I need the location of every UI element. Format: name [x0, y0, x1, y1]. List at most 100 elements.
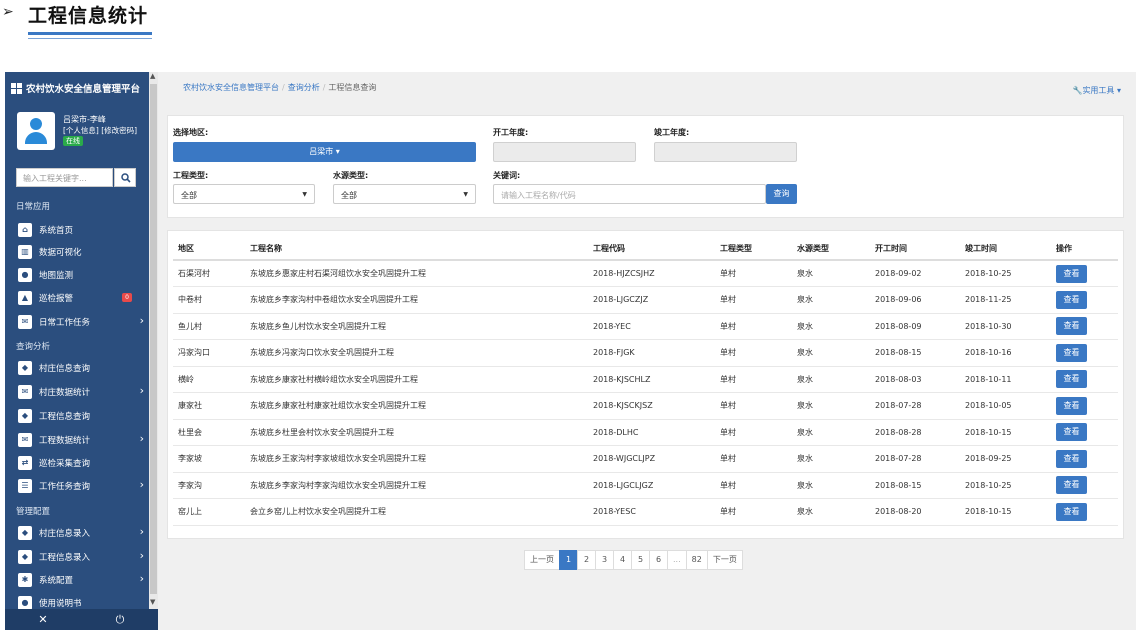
- view-button[interactable]: 查看: [1056, 396, 1087, 415]
- nav-icon: ✉: [18, 385, 32, 399]
- scrollbar-thumb[interactable]: [150, 84, 157, 594]
- view-button[interactable]: 查看: [1056, 343, 1087, 362]
- nav-icon: ◆: [18, 361, 32, 375]
- table-cell: 冯家沟口: [173, 339, 245, 367]
- action-cell: 查看: [1051, 472, 1118, 499]
- sidebar-item-5[interactable]: ◆ 村庄信息查询: [16, 359, 144, 377]
- table-cell: 东坡底乡惠家庄村石渠河组饮水安全巩固提升工程: [245, 260, 588, 287]
- user-links[interactable]: [个人信息] [修改密码]: [63, 125, 137, 136]
- table-cell: 2018-WJGCLJPZ: [588, 445, 715, 473]
- sidebar-item-label: 村庄信息录入: [39, 529, 91, 539]
- action-cell: 查看: [1051, 392, 1118, 420]
- breadcrumb: 农村饮水安全信息管理平台 / 查询分析 / 工程信息查询: [183, 83, 377, 92]
- user-panel: 吕梁市-李峰 [个人信息] [修改密码] 在线: [15, 112, 143, 156]
- results-table: 地区 工程名称 工程代码 工程类型 水源类型 开工时间 竣工时间 操作 石渠河村 东坡底乡惠家庄…: [173, 237, 1118, 526]
- query-button[interactable]: 查询: [766, 184, 797, 204]
- table-cell: 2018-08-20: [870, 498, 960, 526]
- start-year-input[interactable]: [493, 142, 636, 162]
- search-button[interactable]: [114, 168, 136, 187]
- group-daily: 日常应用: [16, 202, 51, 212]
- view-button[interactable]: 查看: [1056, 423, 1087, 442]
- breadcrumb-query[interactable]: 查询分析: [288, 83, 320, 92]
- table-cell: 2018-YESC: [588, 498, 715, 526]
- search-input[interactable]: 输入工程关键字...: [16, 168, 113, 187]
- view-button[interactable]: 查看: [1056, 476, 1087, 495]
- keyword-label: 关键词:: [493, 171, 521, 180]
- table-cell: 东坡底乡李家沟村李家沟组饮水安全巩固提升工程: [245, 472, 588, 499]
- view-button[interactable]: 查看: [1056, 370, 1087, 389]
- pagination: 上一页 1 2 3 4 5 6... 82 下一页: [524, 550, 743, 570]
- table-cell: 东坡底乡杜里会村饮水安全巩固提升工程: [245, 419, 588, 446]
- table-cell: 2018-11-25: [960, 286, 1051, 314]
- end-year-label: 竣工年度:: [654, 128, 690, 137]
- sidebar-item-2[interactable]: ● 地图监测: [16, 266, 144, 284]
- prev-page-button[interactable]: 上一页: [524, 550, 560, 570]
- sidebar-item-8[interactable]: ✉ 工程数据统计 ›: [16, 431, 144, 449]
- view-button[interactable]: 查看: [1056, 290, 1087, 309]
- power-icon[interactable]: ⏻: [82, 609, 158, 630]
- table-cell: 2018-10-25: [960, 260, 1051, 287]
- page-button[interactable]: 3: [595, 550, 614, 570]
- sidebar-item-6[interactable]: ✉ 村庄数据统计 ›: [16, 383, 144, 401]
- sidebar-item-label: 日常工作任务: [39, 318, 91, 328]
- table-cell: 泉水: [792, 498, 870, 526]
- page-button[interactable]: 4: [613, 550, 632, 570]
- sidebar-item-7[interactable]: ◆ 工程信息查询: [16, 407, 144, 425]
- page-button[interactable]: 2: [577, 550, 596, 570]
- sidebar-item-9[interactable]: ⇄ 巡检采集查询: [16, 454, 144, 472]
- sidebar-item-1[interactable]: ▥ 数据可视化: [16, 243, 144, 261]
- page-button[interactable]: 6: [649, 550, 668, 570]
- table-cell: 2018-08-15: [870, 472, 960, 499]
- table-cell: 东坡底乡冯家沟口饮水安全巩固提升工程: [245, 339, 588, 367]
- group-query: 查询分析: [16, 342, 51, 352]
- nav-icon: ☰: [18, 479, 32, 493]
- table-row: 康家社 东坡底乡康家社村康家社组饮水安全巩固提升工程 2018-KJSCKJSZ 单村…: [173, 392, 1118, 420]
- user-name: 吕梁市-李峰: [63, 115, 106, 124]
- table-row: 杜里会 东坡底乡杜里会村饮水安全巩固提升工程 2018-DLHC 单村 泉水 2018-0…: [173, 419, 1118, 446]
- sidebar-item-12[interactable]: ◆ 工程信息录入 ›: [16, 548, 144, 566]
- sidebar-item-4[interactable]: ✉ 日常工作任务 ›: [16, 313, 144, 331]
- sidebar-item-label: 地图监测: [39, 271, 74, 281]
- type-select[interactable]: 全部 ▼: [173, 184, 315, 204]
- nav-icon: ⌂: [18, 223, 32, 237]
- bullet-arrow-icon: ➢: [2, 4, 14, 20]
- sidebar-item-3[interactable]: ▲ 巡检报警 0: [16, 289, 144, 307]
- nav-icon: ◆: [18, 526, 32, 540]
- page-button[interactable]: 5: [631, 550, 650, 570]
- brand[interactable]: 农村饮水安全信息管理平台: [11, 81, 140, 95]
- table-cell: 2018-07-28: [870, 392, 960, 420]
- page-button[interactable]: 82: [685, 550, 708, 570]
- sidebar-item-13[interactable]: ✱ 系统配置 ›: [16, 571, 144, 589]
- sidebar-item-0[interactable]: ⌂ 系统首页: [16, 221, 144, 239]
- table-cell: 鱼儿村: [173, 313, 245, 340]
- next-page-button[interactable]: 下一页: [706, 550, 743, 570]
- tools-menu[interactable]: 🔧实用工具 ▾: [1072, 85, 1121, 96]
- table-cell: 2018-HJZCSJHZ: [588, 260, 715, 287]
- chevron-right-icon: ›: [139, 572, 144, 585]
- column-header: 工程代码: [588, 237, 715, 261]
- page-button[interactable]: 1: [559, 550, 578, 570]
- table-cell: 中卷村: [173, 286, 245, 314]
- end-year-input[interactable]: [654, 142, 797, 162]
- chevron-right-icon: ›: [139, 525, 144, 538]
- table-cell: 2018-10-25: [960, 472, 1051, 499]
- keyword-input[interactable]: 请输入工程名称/代码: [493, 184, 766, 204]
- sidebar-item-10[interactable]: ☰ 工作任务查询 ›: [16, 477, 144, 495]
- action-cell: 查看: [1051, 339, 1118, 367]
- view-button[interactable]: 查看: [1056, 502, 1087, 521]
- water-select[interactable]: 全部 ▼: [333, 184, 476, 204]
- view-button[interactable]: 查看: [1056, 317, 1087, 336]
- breadcrumb-home[interactable]: 农村饮水安全信息管理平台: [183, 83, 279, 92]
- sidebar-footer: ✕ ⏻: [5, 609, 158, 630]
- table-cell: 2018-10-15: [960, 498, 1051, 526]
- region-dropdown[interactable]: 吕梁市 ▾: [173, 142, 476, 162]
- fullscreen-icon[interactable]: ✕: [5, 609, 81, 630]
- table-cell: 2018-LJGCLJGZ: [588, 472, 715, 499]
- sidebar-item-11[interactable]: ◆ 村庄信息录入 ›: [16, 524, 144, 542]
- table-cell: 2018-DLHC: [588, 419, 715, 446]
- view-button[interactable]: 查看: [1056, 449, 1087, 468]
- column-header: 操作: [1051, 237, 1118, 261]
- sidebar-scrollbar[interactable]: ▲ ▼: [149, 72, 158, 609]
- table-cell: 泉水: [792, 313, 870, 340]
- view-button[interactable]: 查看: [1056, 264, 1087, 283]
